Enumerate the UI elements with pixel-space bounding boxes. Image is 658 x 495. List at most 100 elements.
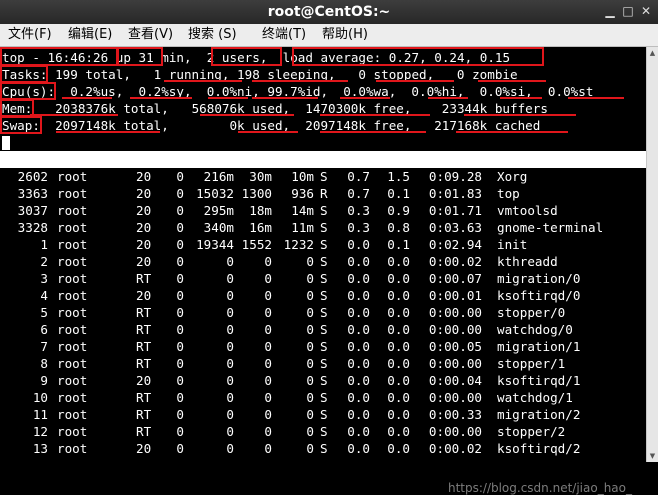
menu-search[interactable]: 搜索 (S) [188,24,237,46]
cell-ni: 0 [176,186,184,201]
cell-pr: RT [136,407,152,422]
cell-shr: 14m [291,203,314,218]
maximize-icon[interactable]: □ [620,3,636,19]
cell-ni: 0 [176,237,184,252]
cell-virt: 0 [226,254,234,269]
cell-virt: 0 [226,356,234,371]
cell-mem: 0.0 [387,288,410,303]
cell-state: S [320,305,328,320]
cell-mem: 0.9 [387,203,410,218]
cell-cpu: 0.3 [347,203,370,218]
cell-ni: 0 [176,220,184,235]
cell-virt: 340m [203,220,234,235]
cell-shr: 0 [306,407,314,422]
cell-virt: 0 [226,322,234,337]
cell-state: S [320,441,328,456]
cell-ni: 0 [176,203,184,218]
cell-user: root [57,169,88,184]
cell-time: 0:00.05 [428,339,482,354]
menu-terminal[interactable]: 终端(T) [262,24,306,46]
cell-command: ksoftirqd/2 [497,441,581,456]
cell-shr: 0 [306,441,314,456]
cell-pr: 20 [136,254,152,269]
cell-command: stopper/2 [497,424,566,439]
cell-res: 0 [264,373,272,388]
cell-command: kthreadd [497,254,558,269]
process-row: 8 root RT 0 0 0 0 S 0.0 0.0 0:00.00 stopper/1 [0,355,646,372]
time-text: top - 16:46:26 [2,50,109,65]
cell-time: 0:00.04 [428,373,482,388]
cell-state: S [320,254,328,269]
mem-values: 2038376k total, 568076k used, 1470300k f… [32,101,548,116]
cell-user: root [57,322,88,337]
cell-cpu: 0.0 [347,356,370,371]
cell-pid: 7 [40,339,48,354]
cpu-values: 0.2%us, 0.2%sy, 0.0%ni, 99.7%id, 0.0%wa,… [55,84,594,99]
cell-cpu: 0.0 [347,254,370,269]
cell-user: root [57,373,88,388]
cell-ni: 0 [176,322,184,337]
process-row: 2 root 20 0 0 0 0 S 0.0 0.0 0:00.02 kthreadd [0,253,646,270]
close-icon[interactable]: ✕ [638,3,654,19]
cell-ni: 0 [176,271,184,286]
cell-pr: RT [136,322,152,337]
cell-user: root [57,339,88,354]
cell-ni: 0 [176,356,184,371]
cell-mem: 0.0 [387,373,410,388]
cell-ni: 0 [176,339,184,354]
cell-shr: 0 [306,424,314,439]
cell-user: root [57,186,88,201]
cell-shr: 0 [306,356,314,371]
menu-help[interactable]: 帮助(H) [322,24,368,46]
cell-shr: 0 [306,322,314,337]
cell-user: root [57,254,88,269]
cell-ni: 0 [176,169,184,184]
cell-ni: 0 [176,254,184,269]
cell-pid: 11 [32,407,48,422]
minimize-icon[interactable]: ▁ [602,3,618,19]
menu-view[interactable]: 查看(V) [128,24,173,46]
cell-pr: RT [136,424,152,439]
title-bar[interactable]: root@CentOS:~ ▁ □ ✕ [0,0,658,25]
cell-command: migration/0 [497,271,581,286]
cell-state: S [320,407,328,422]
process-row: 3 root RT 0 0 0 0 S 0.0 0.0 0:00.07 migration/0 [0,270,646,287]
cell-cpu: 0.7 [347,186,370,201]
cell-time: 0:09.28 [428,169,482,184]
cell-mem: 0.0 [387,407,410,422]
cell-user: root [57,288,88,303]
cell-time: 0:00.01 [428,288,482,303]
cell-shr: 936 [291,186,314,201]
cell-time: 0:00.02 [428,441,482,456]
cell-res: 18m [249,203,272,218]
tasks-line: Tasks: 199 total, 1 running, 198 sleepin… [2,66,518,83]
cell-time: 0:00.00 [428,356,482,371]
cell-time: 0:00.00 [428,390,482,405]
scroll-up-icon[interactable]: ▲ [647,47,658,59]
scroll-down-icon[interactable]: ▼ [647,450,658,462]
cell-command: ksoftirqd/1 [497,373,581,388]
cell-res: 0 [264,339,272,354]
cell-mem: 0.8 [387,220,410,235]
menu-edit[interactable]: 编辑(E) [68,24,112,46]
cell-shr: 0 [306,390,314,405]
cell-ni: 0 [176,373,184,388]
cell-pid: 13 [32,441,48,456]
tasks-label: Tasks: [2,67,48,82]
vertical-scrollbar[interactable]: ▲ ▼ [646,47,658,462]
menu-file[interactable]: 文件(F) [8,24,52,46]
cell-command: init [497,237,528,252]
cell-cpu: 0.0 [347,424,370,439]
cell-user: root [57,407,88,422]
cell-cpu: 0.0 [347,271,370,286]
cell-res: 0 [264,390,272,405]
cell-pid: 6 [40,322,48,337]
cell-command: watchdog/1 [497,390,573,405]
cell-pid: 12 [32,424,48,439]
cell-command: gnome-terminal [497,220,604,235]
cell-pid: 8 [40,356,48,371]
cell-ni: 0 [176,390,184,405]
process-row: 5 root RT 0 0 0 0 S 0.0 0.0 0:00.00 stopper/0 [0,304,646,321]
terminal-output[interactable]: top - 16:46:26 up 31 min, 2 users, load … [0,47,646,495]
process-row: 11 root RT 0 0 0 0 S 0.0 0.0 0:00.33 migration/2 [0,406,646,423]
